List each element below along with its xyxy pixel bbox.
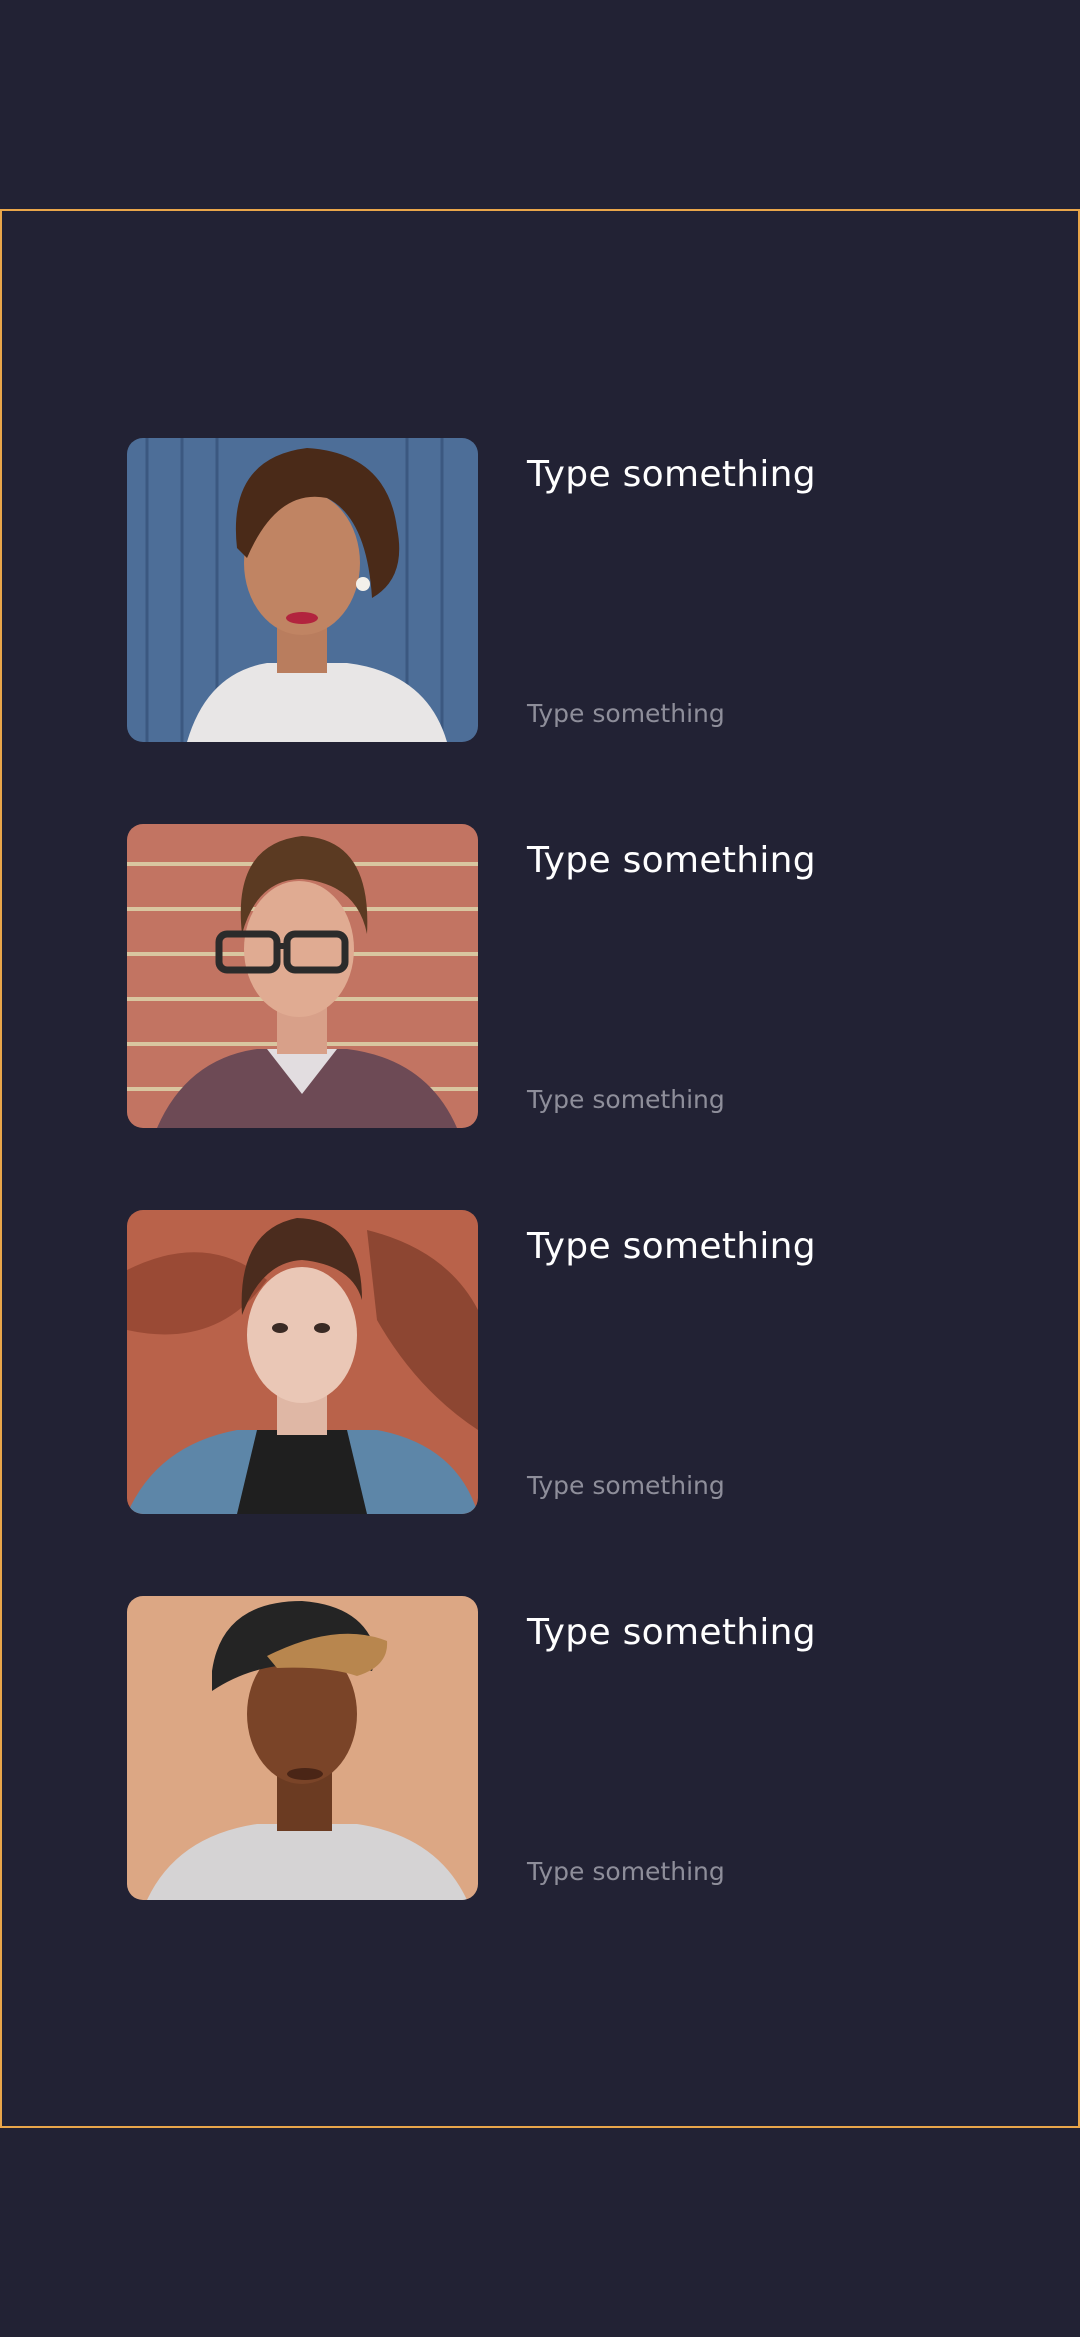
card-title[interactable]: Type something [527, 1612, 816, 1653]
list-item[interactable]: Type something Type something [127, 438, 1029, 742]
list-item[interactable]: Type something Type something [127, 1596, 1029, 1900]
card-subtitle[interactable]: Type something [527, 699, 725, 728]
card-title[interactable]: Type something [527, 454, 816, 495]
list-item[interactable]: Type something Type something [127, 1210, 1029, 1514]
portrait-man-cap-image [127, 1596, 478, 1900]
avatar-photo [127, 1596, 478, 1900]
avatar-photo [127, 824, 478, 1128]
card-subtitle[interactable]: Type something [527, 1857, 725, 1886]
portrait-person-denim-image [127, 1210, 478, 1514]
portrait-man-glasses-image [127, 824, 478, 1128]
list-item[interactable]: Type something Type something [127, 824, 1029, 1128]
card-subtitle[interactable]: Type something [527, 1085, 725, 1114]
card-subtitle[interactable]: Type something [527, 1471, 725, 1500]
portrait-woman-image [127, 438, 478, 742]
card-title[interactable]: Type something [527, 1226, 816, 1267]
avatar-photo [127, 438, 478, 742]
avatar-photo [127, 1210, 478, 1514]
card-title[interactable]: Type something [527, 840, 816, 881]
